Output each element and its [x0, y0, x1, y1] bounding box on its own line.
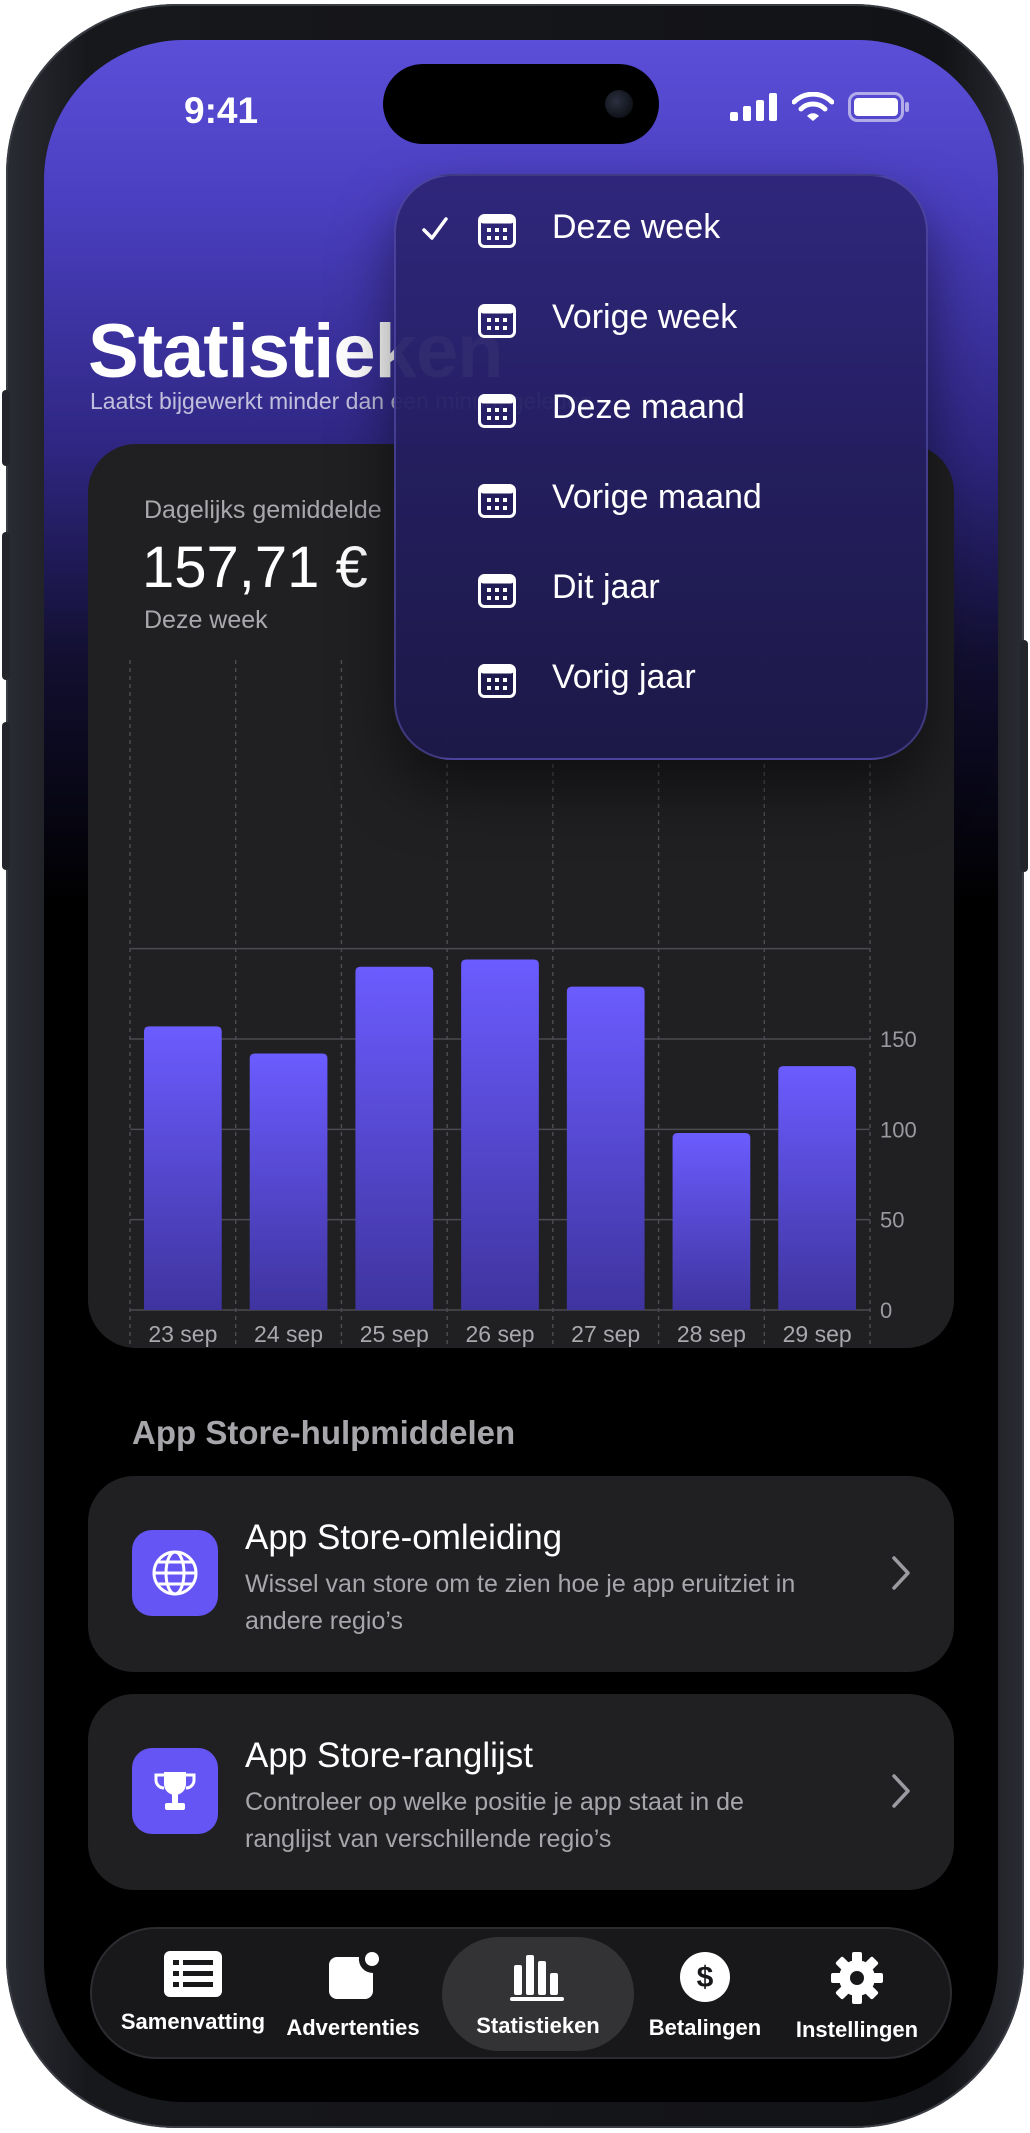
bar-26-sep[interactable] [461, 959, 539, 1310]
dynamic-island [383, 64, 659, 144]
y-tick-label: 100 [880, 1117, 917, 1142]
calendar-icon [478, 304, 516, 338]
app-store-redirect-card[interactable]: App Store-omleiding Wissel van store om … [88, 1476, 954, 1672]
action-button [2, 390, 10, 466]
tool-description: Controleer op welke positie je app staat… [245, 1788, 744, 1853]
menu-item-label: Vorige maand [552, 478, 762, 516]
bar-24-sep[interactable] [249, 1053, 328, 1310]
calendar-icon [478, 214, 516, 248]
svg-text:$: $ [697, 1961, 714, 1994]
tab-label: Instellingen [795, 2017, 919, 2042]
volume-up-button [2, 532, 10, 680]
power-button [1020, 640, 1028, 872]
tab-label: Samenvatting [120, 2009, 266, 2034]
list-icon [164, 1951, 222, 1997]
y-tick-label: 50 [880, 1208, 904, 1233]
bar-29-sep[interactable] [778, 1066, 856, 1310]
wifi-icon [792, 92, 834, 121]
volume-down-button [2, 722, 10, 870]
tab-label: Advertenties [286, 2015, 420, 2040]
screen: 9:41 Statistieken Laatst bijgewerkt mind… [44, 40, 998, 2102]
menu-item-vorige-week[interactable]: Vorige week [396, 276, 926, 366]
menu-item-vorige-maand[interactable]: Vorige maand [396, 456, 926, 546]
tab-label: Statistieken [476, 2013, 600, 2038]
chart-value: 157,71 € [142, 535, 368, 600]
bar-25-sep[interactable] [355, 966, 434, 1310]
status-icons [730, 92, 910, 122]
period-menu: Deze week Vorige week Deze maand Vorige … [394, 174, 928, 760]
globe-icon [152, 1550, 198, 1596]
trophy-icon-tile [132, 1748, 218, 1834]
tab-bar: Samenvatting Advertenties Statistieken $… [90, 1927, 952, 2059]
bar-27-sep[interactable] [566, 986, 645, 1310]
x-tick-label: 26 sep [465, 1321, 534, 1347]
tab-instellingen[interactable]: Instellingen [782, 1929, 932, 2057]
bar-28-sep[interactable] [672, 1132, 751, 1310]
calendar-icon [478, 394, 516, 428]
calendar-icon [478, 574, 516, 608]
signal-icon [730, 93, 777, 121]
tab-advertenties[interactable]: Advertenties [278, 1929, 428, 2057]
chart-period: Deze week [144, 606, 268, 634]
globe-icon-tile [132, 1530, 218, 1616]
section-title: App Store-hulpmiddelen [132, 1414, 516, 1451]
menu-item-label: Deze maand [552, 388, 745, 426]
tool-title: App Store-ranglijst [245, 1736, 533, 1775]
menu-item-deze-maand[interactable]: Deze maand [396, 366, 926, 456]
x-tick-label: 24 sep [254, 1321, 323, 1347]
phone-frame: 9:41 Statistieken Laatst bijgewerkt mind… [2, 4, 1028, 2128]
menu-item-deze-week[interactable]: Deze week [396, 186, 926, 276]
camera-icon [605, 90, 633, 118]
menu-item-label: Vorige week [552, 298, 738, 336]
trophy-icon [154, 1772, 196, 1810]
tab-betalingen[interactable]: $ Betalingen [640, 1929, 770, 2057]
tab-samenvatting[interactable]: Samenvatting [118, 1929, 268, 2057]
app-store-ranking-card[interactable]: App Store-ranglijst Controleer op welke … [88, 1694, 954, 1890]
menu-item-label: Dit jaar [552, 568, 660, 606]
chevron-right-icon [892, 1774, 910, 1808]
gear-icon [831, 1952, 883, 2004]
x-tick-label: 25 sep [360, 1321, 429, 1347]
menu-item-dit-jaar[interactable]: Dit jaar [396, 546, 926, 636]
tool-description: Wissel van store om te zien hoe je app e… [245, 1570, 796, 1635]
bar-23-sep[interactable] [144, 1026, 222, 1310]
checkmark-icon [422, 217, 448, 240]
chevron-right-icon [892, 1556, 910, 1590]
dollar-icon: $ [680, 1952, 730, 2002]
menu-item-label: Deze week [552, 208, 721, 246]
y-tick-label: 150 [880, 1027, 917, 1052]
ads-icon [329, 1952, 379, 1999]
menu-item-vorig-jaar[interactable]: Vorig jaar [396, 636, 926, 726]
tool-title: App Store-omleiding [245, 1518, 563, 1557]
status-time: 9:41 [184, 90, 259, 131]
chart-icon [510, 1955, 564, 2001]
battery-icon [848, 92, 909, 122]
calendar-icon [478, 664, 516, 698]
chart-caption: Dagelijks gemiddelde [144, 496, 382, 524]
x-tick-label: 28 sep [677, 1321, 746, 1347]
x-tick-label: 27 sep [571, 1321, 640, 1347]
tab-statistieken[interactable]: Statistieken [442, 1937, 634, 2051]
tab-label: Betalingen [648, 2015, 762, 2040]
y-tick-label: 0 [880, 1298, 892, 1323]
menu-item-label: Vorig jaar [552, 658, 696, 696]
calendar-icon [478, 484, 516, 518]
x-tick-label: 23 sep [148, 1321, 217, 1347]
x-tick-label: 29 sep [783, 1321, 852, 1347]
